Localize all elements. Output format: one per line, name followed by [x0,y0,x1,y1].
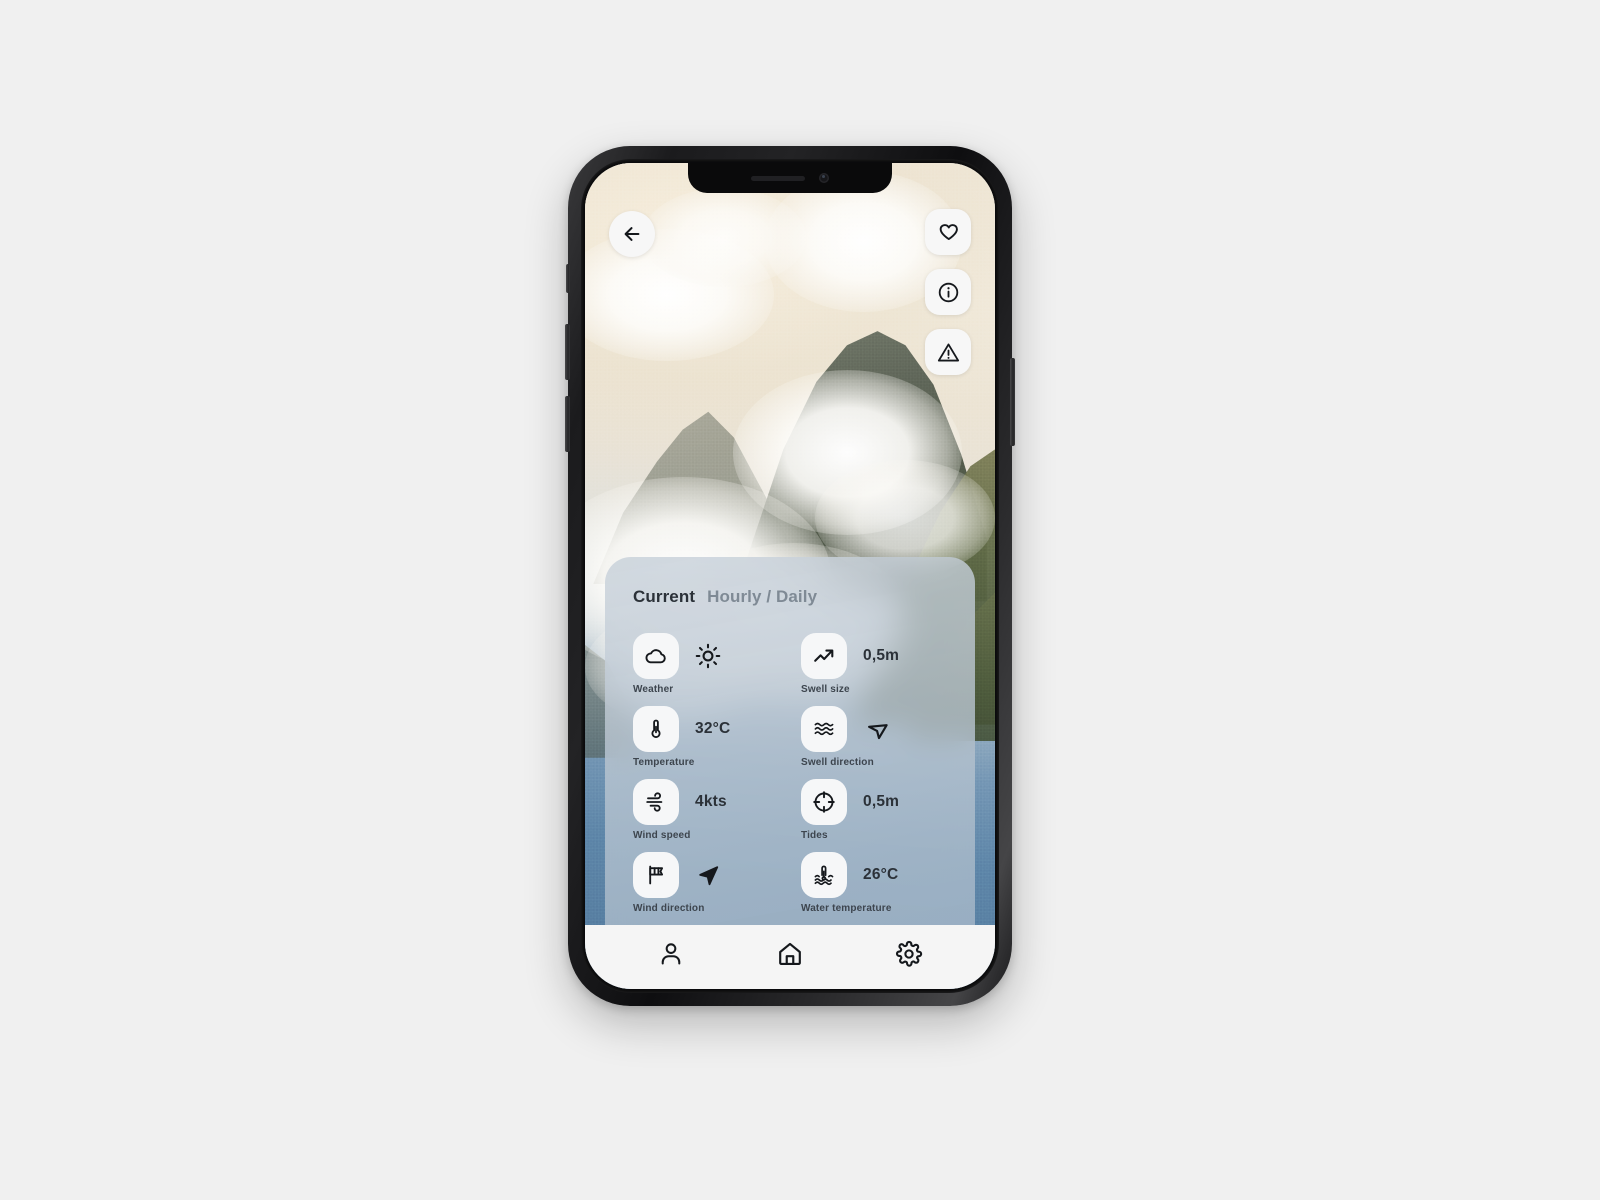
front-camera [819,173,829,183]
volume-down-button[interactable] [565,396,570,452]
sun-icon [695,643,721,669]
swell-size-value: 0,5m [863,647,900,664]
metric-main: 4kts [633,779,779,825]
bottom-navigation-bar [585,925,995,989]
power-button[interactable] [1010,358,1015,446]
metric-label: Swell size [801,684,850,695]
info-button[interactable] [925,269,971,315]
warning-icon [937,341,960,364]
wind-direction-icon-tile[interactable] [633,852,679,898]
tides-icon-tile[interactable] [801,779,847,825]
earpiece-speaker [751,175,805,181]
metric-water-temperature: 26°C Water temperature [801,852,947,914]
trending-up-icon [812,644,836,668]
metric-label: Wind speed [633,830,691,841]
metric-temperature: 32°C Temperature [633,706,779,768]
phone-screen: Current Hourly / Daily Weather 0,5m Swel… [585,163,995,989]
weather-value [695,643,721,669]
metric-wind-direction: Wind direction [633,852,779,914]
card-tab-row: Current Hourly / Daily [633,587,947,607]
metric-swell-size: 0,5m Swell size [801,633,947,695]
swell-direction-icon-tile[interactable] [801,706,847,752]
back-button[interactable] [609,211,655,257]
alert-button[interactable] [925,329,971,375]
mute-switch-button[interactable] [566,264,570,293]
person-icon [657,940,685,968]
tides-value: 0,5m [863,793,900,810]
windsock-flag-icon [644,863,668,887]
metric-label: Tides [801,830,828,841]
crosshair-icon [812,790,836,814]
wind-icon [644,790,668,814]
metric-main [633,852,779,898]
metrics-grid: Weather 0,5m Swell size 32°C Temperature… [633,633,947,914]
swell-direction-value [863,716,890,743]
info-icon [937,281,960,304]
navigation-outline-icon [863,716,890,743]
tab-current[interactable]: Current [633,587,695,607]
metric-main [801,706,947,752]
metric-main: 32°C [633,706,779,752]
metric-swell-direction: Swell direction [801,706,947,768]
water-temperature-value: 26°C [863,866,899,883]
weather-icon-tile[interactable] [633,633,679,679]
metric-label: Temperature [633,757,695,768]
navigation-filled-icon [695,862,722,889]
wind-speed-icon-tile[interactable] [633,779,679,825]
metric-main: 26°C [801,852,947,898]
favorite-button[interactable] [925,209,971,255]
water-temperature-icon-tile[interactable] [801,852,847,898]
thermometer-icon [644,717,668,741]
metric-label: Wind direction [633,903,705,914]
metric-label: Water temperature [801,903,892,914]
gear-icon [895,940,923,968]
volume-up-button[interactable] [565,324,570,380]
metric-wind-speed: 4kts Wind speed [633,779,779,841]
phone-bezel: Current Hourly / Daily Weather 0,5m Swel… [581,159,999,993]
phone-device: Current Hourly / Daily Weather 0,5m Swel… [565,146,1015,1006]
nav-item-home[interactable] [762,932,818,976]
metric-label: Weather [633,684,674,695]
wind-speed-value: 4kts [695,793,727,810]
metric-weather: Weather [633,633,779,695]
metric-label: Swell direction [801,757,874,768]
metric-tides: 0,5m Tides [801,779,947,841]
arrow-left-icon [621,223,643,245]
action-button-stack [925,209,971,375]
cloud-icon [644,644,668,668]
device-notch [688,163,892,193]
water-thermometer-icon [812,863,836,887]
swell-size-icon-tile[interactable] [801,633,847,679]
wind-direction-value [695,862,722,889]
metric-main [633,633,779,679]
nav-item-settings[interactable] [881,932,937,976]
temperature-icon-tile[interactable] [633,706,679,752]
heart-icon [937,221,960,244]
temperature-value: 32°C [695,720,731,737]
metric-main: 0,5m [801,633,947,679]
metric-main: 0,5m [801,779,947,825]
nav-item-profile[interactable] [643,932,699,976]
waves-icon [812,717,836,741]
home-icon [776,940,804,968]
tab-hourly-daily[interactable]: Hourly / Daily [707,587,817,607]
